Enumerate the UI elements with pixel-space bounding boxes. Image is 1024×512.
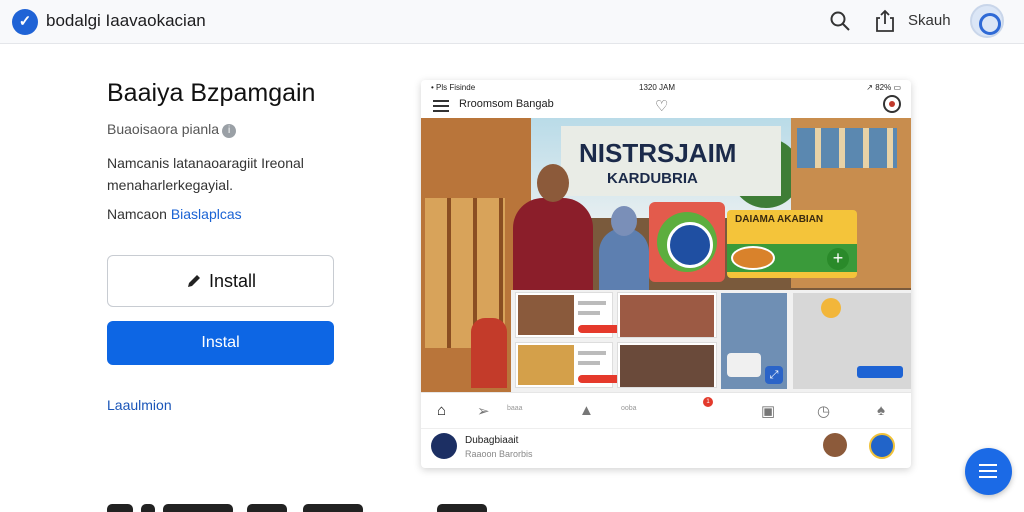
install-outline-label: Install: [208, 270, 257, 291]
sign-title: NISTRSJAIM: [579, 138, 737, 168]
up-arrow-icon: ▲: [579, 402, 594, 419]
brand-logo-icon[interactable]: ✓: [12, 9, 38, 35]
share-icon[interactable]: [873, 8, 897, 34]
status-carrier: • Pls Fisinde: [431, 83, 476, 92]
bottom-link[interactable]: Laaulmion: [107, 397, 172, 413]
status-battery: ↗ 82% ▭: [866, 83, 901, 92]
list-item: [515, 292, 628, 338]
next-section-heading: [107, 500, 497, 512]
app-title: Baaiya Bzpamgain: [107, 79, 316, 107]
list-item: [617, 292, 717, 338]
top-bar: ✓ bodalgi Iaavaokacian Skauh: [0, 0, 1024, 44]
preview-hero-image: NISTRSJAIM KARDUBRIA DAIAMA AKABIAN + ⤢: [421, 118, 911, 392]
preview-header-title: Rroomsom Bangab: [459, 98, 554, 110]
emblem-tile: [649, 202, 725, 282]
promo-chip-icon: [821, 298, 841, 318]
hamburger-menu-icon: [433, 100, 449, 112]
app-link-prefix: Namcaon: [107, 206, 167, 222]
preview-footer: Dubagbiaait Raaoon Barorbis: [421, 428, 911, 468]
app-description: Namcanis latanaoaragiit Ireonal menaharl…: [107, 155, 304, 193]
expand-icon: ⤢: [765, 366, 783, 384]
tile-thumbnail: [518, 295, 574, 335]
user-avatar: [823, 433, 847, 457]
promo-title: DAIAMA AKABIAN: [735, 214, 824, 225]
tile-text-line: [578, 301, 606, 305]
card-icon: ▣: [761, 403, 776, 420]
floating-menu-button[interactable]: [965, 448, 1012, 495]
list-item: [617, 342, 717, 388]
promo-card-button: [857, 366, 903, 378]
app-link-row: Namcaon Biaslaplcas: [107, 206, 242, 222]
search-icon[interactable]: [828, 9, 852, 33]
menu-lines-icon: [979, 464, 997, 478]
status-time: 1320 JAM: [639, 83, 676, 92]
notification-badge: 1: [703, 397, 713, 407]
app-subtitle: Buaoisaora pianla i: [107, 121, 237, 138]
channel-name: Dubagbiaait: [465, 435, 519, 446]
tile-text-line: [578, 311, 600, 315]
app-link[interactable]: Biaslaplcas: [171, 206, 242, 222]
nav-label: baaa: [507, 405, 523, 412]
person-man: [513, 164, 593, 298]
preview-header: Rroomsom Bangab ♡: [421, 94, 911, 118]
list-item: [515, 342, 628, 388]
tile-text-line: [578, 351, 606, 355]
app-preview-screenshot: • Pls Fisinde 1320 JAM ↗ 82% ▭ Rroomsom …: [421, 80, 911, 468]
tile-thumbnail: [620, 295, 714, 337]
site-title[interactable]: bodalgi Iaavaokacian: [46, 11, 206, 31]
install-outline-button[interactable]: Install: [107, 255, 334, 307]
vendor-person: [471, 318, 507, 388]
pencil-icon: [187, 275, 200, 287]
bell-icon: ♠: [877, 402, 885, 419]
person-woman: [599, 206, 649, 298]
food-bowl-image: [731, 246, 775, 270]
app-badge-icon: [869, 433, 895, 459]
profile-avatar[interactable]: [970, 4, 1004, 38]
nav-label: ooba: [621, 405, 637, 412]
install-button[interactable]: Instal: [107, 321, 334, 365]
home-icon: ⌂: [437, 402, 447, 419]
tile-thumbnail: [620, 345, 714, 387]
channel-subtitle: Raaoon Barorbis: [465, 449, 533, 459]
status-bar: • Pls Fisinde 1320 JAM ↗ 82% ▭: [421, 80, 911, 94]
heart-icon: ♡: [655, 98, 669, 115]
app-subtitle-text: Buaoisaora pianla: [107, 121, 220, 137]
install-button-label: Instal: [201, 334, 240, 351]
forward-icon: ➢: [477, 403, 490, 420]
tile-thumbnail: [518, 345, 574, 385]
account-link[interactable]: Skauh: [908, 12, 951, 29]
add-icon: +: [827, 248, 849, 270]
clock-icon: ◷: [817, 403, 831, 420]
channel-avatar: [431, 433, 457, 459]
preview-bottom-nav: ⌂ ➢ baaa ▲ ooba 1 ▣ ◷ ♠: [421, 392, 911, 428]
info-icon[interactable]: i: [222, 124, 237, 138]
sign-subtitle: KARDUBRIA: [607, 170, 698, 187]
tile-text-line: [578, 361, 600, 365]
location-pin-icon: [883, 95, 901, 113]
